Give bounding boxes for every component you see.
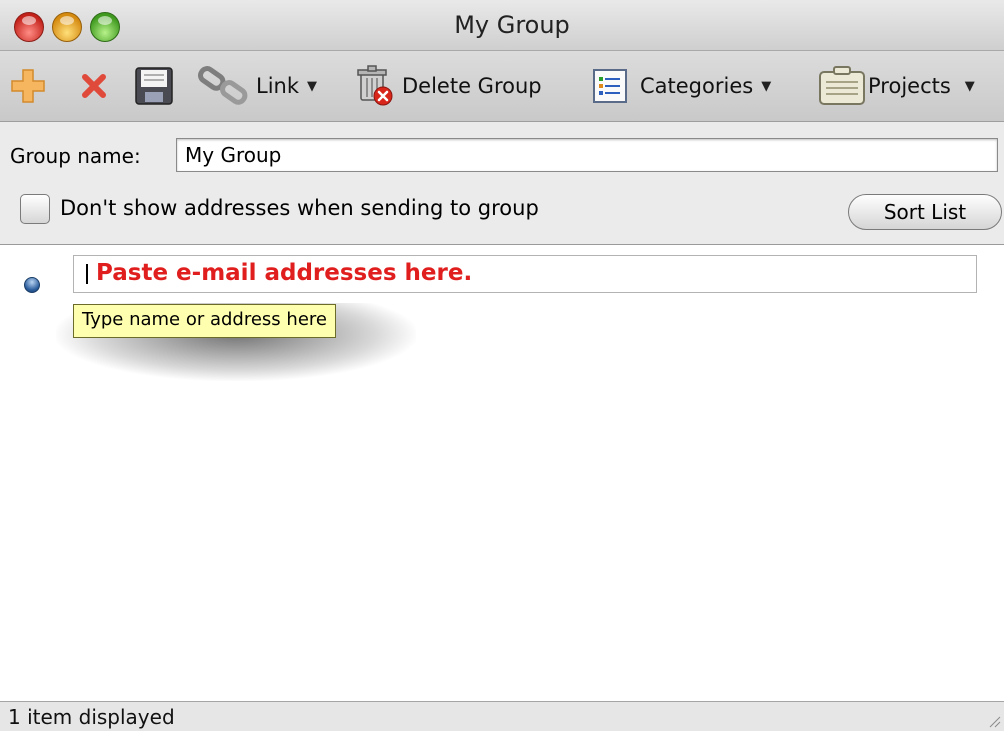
delete-group-label: Delete Group — [402, 74, 542, 98]
address-entry-field[interactable]: Paste e-mail addresses here. — [73, 255, 977, 293]
trash-icon — [357, 65, 393, 106]
address-entry-text: Paste e-mail addresses here. — [96, 260, 473, 286]
resize-grip-icon[interactable] — [986, 713, 1002, 729]
add-button[interactable] — [10, 67, 46, 105]
categories-button[interactable]: Categories ▼ — [592, 67, 771, 105]
link-button[interactable]: Link ▼ — [196, 66, 317, 105]
group-editor-window: My Group Link ▼ Delete Group Categories … — [0, 0, 1004, 731]
projects-menu-arrow-icon[interactable]: ▼ — [965, 79, 975, 94]
group-form: Group name: Don't show addresses when se… — [0, 122, 1004, 245]
text-cursor — [86, 264, 88, 284]
delete-x-icon — [82, 74, 106, 98]
toolbar: Link ▼ Delete Group Categories ▼ Project… — [0, 51, 1004, 122]
link-icon — [198, 66, 248, 105]
link-label: Link — [256, 74, 300, 98]
categories-menu-arrow-icon[interactable]: ▼ — [761, 79, 771, 94]
categories-label: Categories — [640, 74, 754, 98]
dont-show-addresses-label[interactable]: Don't show addresses when sending to gro… — [60, 196, 539, 220]
dont-show-addresses-checkbox[interactable] — [20, 194, 50, 224]
group-name-label: Group name: — [10, 144, 141, 168]
address-list: Paste e-mail addresses here. Type name o… — [0, 245, 1004, 700]
save-icon — [135, 67, 173, 105]
projects-icon — [819, 66, 865, 105]
categories-icon — [593, 69, 627, 103]
status-bar: 1 item displayed — [0, 701, 1004, 731]
projects-button[interactable]: Projects ▼ — [816, 66, 975, 105]
list-bullet-icon — [24, 277, 40, 293]
group-name-input[interactable] — [176, 138, 998, 172]
delete-button[interactable] — [80, 67, 108, 105]
title-bar[interactable]: My Group — [0, 0, 1004, 51]
add-icon — [11, 69, 45, 103]
entry-tooltip: Type name or address here — [73, 304, 336, 338]
delete-group-button[interactable]: Delete Group — [352, 65, 542, 106]
sort-list-button[interactable]: Sort List — [848, 194, 1002, 230]
save-button[interactable] — [134, 67, 174, 105]
projects-label: Projects — [868, 74, 951, 98]
item-count-status: 1 item displayed — [8, 705, 175, 729]
link-menu-arrow-icon[interactable]: ▼ — [307, 79, 317, 94]
window-title: My Group — [454, 11, 570, 39]
